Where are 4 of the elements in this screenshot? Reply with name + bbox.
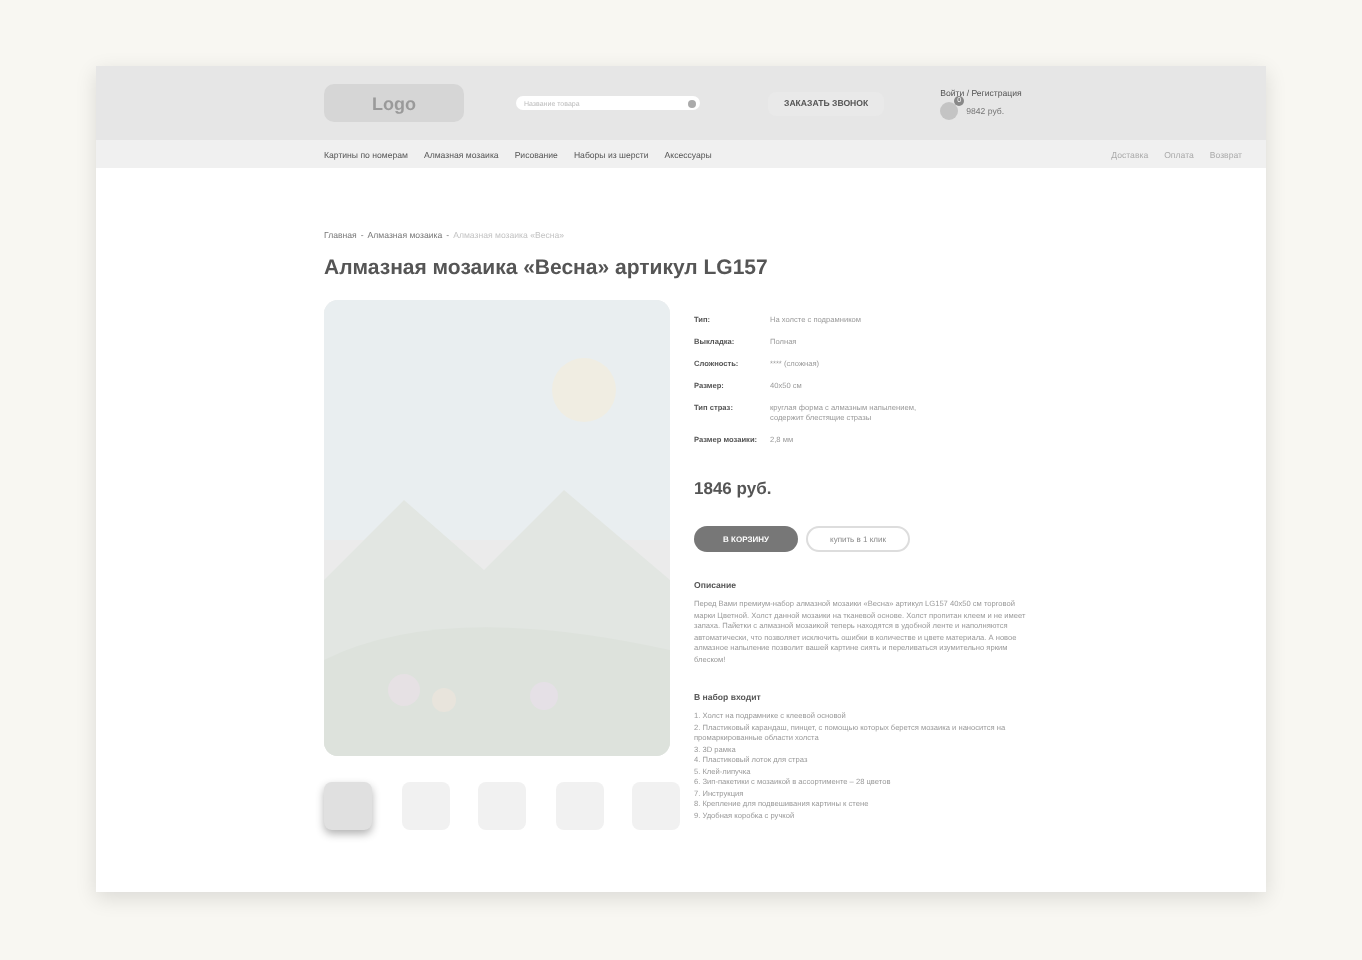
price: 1846 руб.	[694, 478, 774, 499]
thumbnail[interactable]	[324, 782, 372, 830]
search-icon[interactable]	[688, 99, 696, 107]
product-title: Алмазная мозаика «Весна» артикул LG157	[324, 256, 770, 280]
